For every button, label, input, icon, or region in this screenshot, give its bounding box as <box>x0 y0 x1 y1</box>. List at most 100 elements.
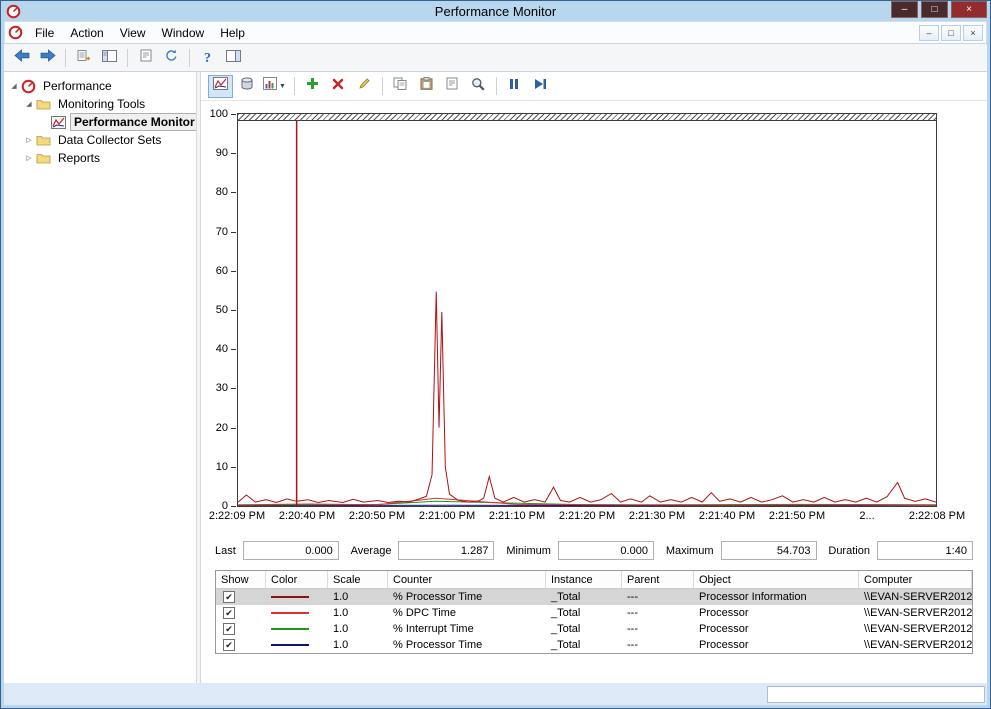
toolbar-separator <box>127 49 128 67</box>
delete-counter-button[interactable] <box>326 75 351 98</box>
y-axis: 1009080706050403020100 <box>201 113 237 507</box>
close-button[interactable]: × <box>951 1 987 18</box>
back-button[interactable] <box>9 46 34 69</box>
properties-button[interactable] <box>440 75 465 98</box>
perfmon-icon <box>20 79 37 94</box>
y-tick-mark <box>231 153 236 154</box>
menu-action[interactable]: Action <box>62 23 111 43</box>
tree-expander-icon[interactable]: ◢ <box>23 100 35 108</box>
chevron-down-icon[interactable]: ▼ <box>279 83 286 90</box>
show-checkbox[interactable]: ✔ <box>223 623 235 635</box>
color-swatch <box>271 596 309 598</box>
stat-average: Average 1.287 <box>351 541 495 560</box>
tree-expander-icon[interactable]: ▷ <box>23 136 35 144</box>
legend-column-object[interactable]: Object <box>694 571 859 588</box>
view-log-data-button[interactable] <box>234 75 259 98</box>
help-button[interactable]: ? <box>195 46 220 69</box>
stat-value-maximum: 54.703 <box>721 541 817 560</box>
zoom-button[interactable] <box>466 75 491 98</box>
sidebar-item-reports[interactable]: ▷Reports <box>4 149 196 167</box>
tree-item-label: Performance Monitor <box>70 113 196 131</box>
legend-cell-instance: _Total <box>546 607 622 619</box>
mdi-app-icon <box>8 25 23 40</box>
refresh-icon <box>165 49 178 67</box>
legend-body: ✔1.0% Processor Time_Total---Processor I… <box>216 589 972 653</box>
copy-icon <box>393 77 407 95</box>
menu-view[interactable]: View <box>112 23 154 43</box>
legend-column-instance[interactable]: Instance <box>546 571 622 588</box>
tree-expander-icon[interactable]: ▷ <box>23 154 35 162</box>
legend-row[interactable]: ✔1.0% Processor Time_Total---Processor\\… <box>216 637 972 653</box>
mdi-minimize-button[interactable]: – <box>919 25 939 41</box>
stat-value-minimum: 0.000 <box>558 541 654 560</box>
y-tick-mark <box>231 349 236 350</box>
forward-button[interactable] <box>35 46 60 69</box>
show-hide-action-pane-button[interactable] <box>221 46 246 69</box>
mdi-restore-button[interactable]: □ <box>941 25 961 41</box>
tree-expander-icon[interactable]: ◢ <box>8 82 20 90</box>
change-graph-type-button[interactable]: ▼ <box>260 75 289 98</box>
stat-maximum: Maximum54.703 <box>666 541 817 560</box>
show-checkbox[interactable]: ✔ <box>223 639 235 651</box>
chart-canvas <box>238 114 936 506</box>
legend-cell-counter: % Interrupt Time <box>388 623 546 635</box>
view-current-activity-button[interactable] <box>208 75 233 98</box>
counter-legend: ShowColorScaleCounterInstanceParentObjec… <box>215 570 973 654</box>
legend-column-computer[interactable]: Computer <box>859 571 972 588</box>
toolbar-separator <box>294 77 295 95</box>
menu-window[interactable]: Window <box>154 23 213 43</box>
copy-properties-button[interactable] <box>388 75 413 98</box>
properties-button[interactable] <box>133 46 158 69</box>
legend-row[interactable]: ✔1.0% Processor Time_Total---Processor I… <box>216 589 972 605</box>
menu-help[interactable]: Help <box>212 23 253 43</box>
paste-counter-list-button[interactable] <box>414 75 439 98</box>
highlight-button[interactable] <box>352 75 377 98</box>
mdi-close-button[interactable]: × <box>963 25 983 41</box>
freeze-display-button[interactable] <box>502 75 527 98</box>
show-checkbox[interactable]: ✔ <box>223 607 235 619</box>
chart-line-icon <box>213 77 228 95</box>
y-axis-label: 60 <box>216 265 228 277</box>
sidebar-item-data-collector-sets[interactable]: ▷Data Collector Sets <box>4 131 196 149</box>
y-axis-label: 40 <box>216 343 228 355</box>
sidebar-item-performance-monitor[interactable]: Performance Monitor <box>4 113 196 131</box>
stat-minimum: Minimum0.000 <box>506 541 654 560</box>
export-list-button[interactable] <box>71 46 96 69</box>
legend-column-counter[interactable]: Counter <box>388 571 546 588</box>
add-icon <box>306 77 319 95</box>
performance-monitor-pane: ▼ 1009080706050403020100 2:22:09 PM2:20:… <box>201 72 987 683</box>
update-data-button[interactable] <box>528 75 553 98</box>
sidebar-item-monitoring-tools[interactable]: ◢Monitoring Tools <box>4 95 196 113</box>
folder-icon <box>35 98 52 110</box>
stat-label-average: Average <box>351 545 392 557</box>
back-arrow-icon <box>14 49 30 67</box>
minimize-button[interactable]: – <box>891 1 918 18</box>
show-hide-console-tree-button[interactable] <box>97 46 122 69</box>
menu-file[interactable]: File <box>27 23 62 43</box>
legend-column-parent[interactable]: Parent <box>622 571 694 588</box>
sidebar-item-performance[interactable]: ◢Performance <box>4 77 196 95</box>
legend-cell-show: ✔ <box>216 591 266 603</box>
y-tick-mark <box>231 388 236 389</box>
add-counter-button[interactable] <box>300 75 325 98</box>
stat-value-average: 1.287 <box>398 541 494 560</box>
paste-icon <box>420 77 433 95</box>
maximize-button[interactable]: □ <box>921 1 948 18</box>
legend-row[interactable]: ✔1.0% DPC Time_Total---Processor\\EVAN-S… <box>216 605 972 621</box>
title-bar[interactable]: Performance Monitor –□× <box>4 1 987 21</box>
chart-plot[interactable] <box>237 113 937 507</box>
refresh-button[interactable] <box>159 46 184 69</box>
y-tick-mark <box>231 271 236 272</box>
legend-column-color[interactable]: Color <box>266 571 328 588</box>
y-tick-mark <box>231 232 236 233</box>
chart-area: 1009080706050403020100 2:22:09 PM2:20:40… <box>201 113 987 529</box>
legend-column-scale[interactable]: Scale <box>328 571 388 588</box>
stat-label-last: Last <box>215 545 236 557</box>
show-checkbox[interactable]: ✔ <box>223 591 235 603</box>
legend-row[interactable]: ✔1.0% Interrupt Time_Total---Processor\\… <box>216 621 972 637</box>
perfchart-icon <box>50 116 67 129</box>
status-bar <box>4 683 987 705</box>
legend-column-show[interactable]: Show <box>216 571 266 588</box>
legend-cell-show: ✔ <box>216 623 266 635</box>
x-axis-label: 2:21:00 PM <box>419 510 475 522</box>
